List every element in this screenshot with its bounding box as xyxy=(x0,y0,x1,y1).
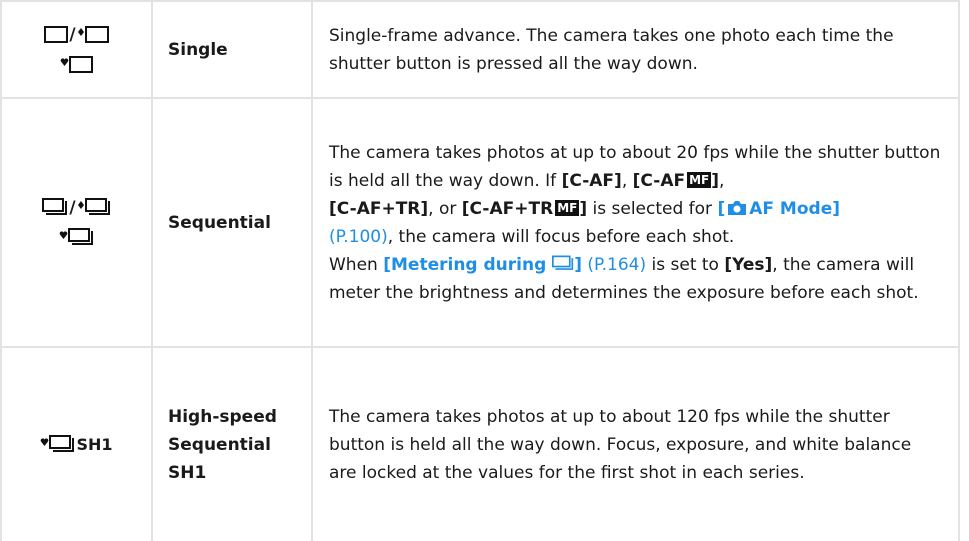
af-mode-text: AF Mode] xyxy=(749,198,840,219)
sequential-icons-cell: / xyxy=(0,97,153,348)
yes-option: [Yes] xyxy=(724,254,773,275)
caf-mf-option: [C-AF MF] xyxy=(633,171,719,191)
heart-icon xyxy=(60,58,69,66)
mode-name: Sequential xyxy=(151,97,313,348)
sequential-icon xyxy=(84,197,110,215)
single-icon-line-2 xyxy=(2,50,151,80)
desc-text: , xyxy=(621,170,633,191)
single-frame-icon xyxy=(84,26,109,43)
mode-description: The camera takes photos at up to about 2… xyxy=(311,97,960,348)
diamond-icon xyxy=(77,201,84,209)
page-ref-link[interactable]: (P.100) xyxy=(329,227,388,247)
desc-text: , xyxy=(719,170,725,191)
diamond-icon xyxy=(77,28,84,36)
camera-icon xyxy=(728,200,747,215)
desc-text: , or xyxy=(428,198,462,219)
table-row: SH1 High-speed Sequential SH1 The camera… xyxy=(0,346,960,541)
sequential-icon xyxy=(68,227,93,245)
caftr-mf-option: [C-AF+TR MF] xyxy=(462,199,587,219)
desc-text: is selected for xyxy=(587,198,718,219)
single-frame-icon xyxy=(69,56,93,73)
sequential-icon-line-1: / xyxy=(2,193,151,223)
caf-option: [C-AF] xyxy=(561,170,622,191)
metering-link[interactable]: [Metering during ] xyxy=(383,255,582,275)
sequential-icon-line-2 xyxy=(2,223,151,253)
caf-mf-close: ] xyxy=(711,170,720,191)
sh1-label: SH1 xyxy=(76,434,113,454)
heart-icon xyxy=(41,438,49,446)
icon-separator: / xyxy=(69,197,76,218)
sh1-icons-cell: SH1 xyxy=(0,346,153,541)
caf-mf-text: [C-AF xyxy=(632,170,686,191)
mode-description: Single-frame advance. The camera takes o… xyxy=(311,0,960,99)
drive-mode-table: / Single Single-frame advance. The camer… xyxy=(0,0,960,541)
single-icon-line-1: / xyxy=(2,20,151,50)
table-row: / Sequential The camera takes photos at … xyxy=(0,97,960,348)
single-frame-icon xyxy=(44,26,69,43)
caftr-mf-close: ] xyxy=(579,198,588,219)
icon-separator: / xyxy=(69,24,76,45)
mode-description: The camera takes photos at up to about 1… xyxy=(311,346,960,541)
mode-name: High-speed Sequential SH1 xyxy=(151,346,313,541)
sequential-icon xyxy=(552,255,574,270)
metering-close: ] xyxy=(574,254,582,275)
caftr-option: [C-AF+TR] xyxy=(329,198,429,219)
sequential-icon xyxy=(42,197,68,215)
sequential-icon xyxy=(49,434,75,452)
sh1-icon-line: SH1 xyxy=(2,430,151,460)
caftr-mf-text: [C-AF+TR xyxy=(461,198,554,219)
mf-badge: MF xyxy=(555,199,580,216)
page-ref-link[interactable]: (P.164) xyxy=(587,255,646,275)
single-icons-cell: / xyxy=(0,0,153,99)
desc-text: is set to xyxy=(646,254,725,275)
heart-icon xyxy=(59,231,68,239)
desc-text: , the camera will focus before each shot… xyxy=(387,226,735,247)
af-mode-bracket: [ xyxy=(717,198,726,219)
table-row: / Single Single-frame advance. The camer… xyxy=(0,0,960,99)
metering-text: [Metering during xyxy=(383,254,553,275)
af-mode-link[interactable]: [ AF Mode] xyxy=(717,199,840,219)
mf-badge: MF xyxy=(687,171,712,188)
mode-name: Single xyxy=(151,0,313,99)
desc-text: When xyxy=(329,254,384,275)
